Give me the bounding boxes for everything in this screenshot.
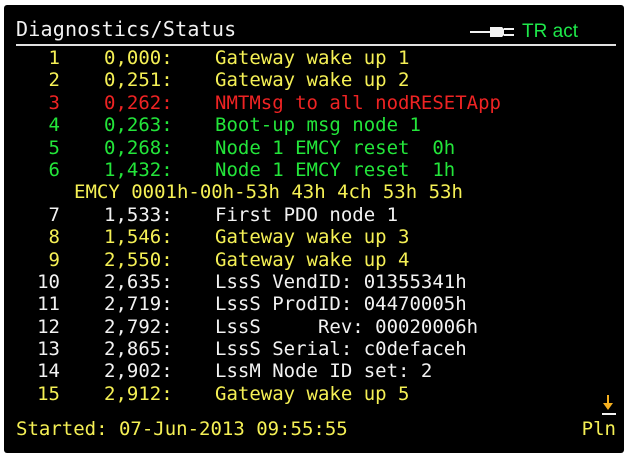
log-row-message: LssM Node ID set: 2 <box>215 360 433 383</box>
diagnostics-screen: Diagnostics/Status TR act 1 0,000: Gateway… <box>4 5 624 453</box>
log-row: 8 1,546: Gateway wake up 3 <box>12 226 616 248</box>
log-row-message: Node 1 EMCY reset 0h <box>215 136 456 159</box>
log-row-message: EMCY 0001h-00h-53h 43h 4ch 53h 53h <box>74 181 463 204</box>
log-row-number: 7 <box>48 203 60 226</box>
connector-plug-icon <box>470 27 515 37</box>
log-row-message: NMTMsg to all nodRESETApp <box>215 91 501 114</box>
log-row-time: 0,262: <box>104 91 173 114</box>
log-row-time: 2,912: <box>104 382 173 405</box>
log-row: 9 2,550: Gateway wake up 4 <box>12 249 616 271</box>
log-row-message: Gateway wake up 5 <box>215 382 410 405</box>
log-row-message: LssS Serial: c0defaceh <box>215 338 467 361</box>
log-row-message: Gateway wake up 1 <box>215 47 410 69</box>
log-row-number: 11 <box>37 293 60 316</box>
log-row: 11 2,719: LssS ProdID: 04470005h <box>12 293 616 315</box>
log-row-message: First PDO node 1 <box>215 203 399 226</box>
log-row-time: 1,546: <box>104 226 173 249</box>
log-row: 10 2,635: LssS VendID: 01355341h <box>12 271 616 293</box>
header-bar: Diagnostics/Status TR act <box>12 17 616 46</box>
log-row-time: 2,719: <box>104 293 173 316</box>
log-row: 1 0,000: Gateway wake up 1 <box>12 47 616 69</box>
log-row-number: 10 <box>37 270 60 293</box>
log-row-number: 2 <box>48 69 60 92</box>
status-footer: Started: 07-Jun-2013 09:55:55 Pln <box>12 395 616 443</box>
log-row-time: 0,263: <box>104 114 173 137</box>
log-row-number: 8 <box>48 226 60 249</box>
log-row-time: 2,635: <box>104 270 173 293</box>
log-row-message: LssS Rev: 00020006h <box>215 315 479 338</box>
scroll-down-arrow-icon[interactable] <box>602 395 614 411</box>
log-row-number: 6 <box>48 158 60 181</box>
log-row-number: 12 <box>37 315 60 338</box>
log-row-number: 3 <box>48 91 60 114</box>
log-row-time: 0,000: <box>104 47 173 69</box>
tr-status-label: TR act <box>522 21 578 42</box>
log-row-message: LssS ProdID: 04470005h <box>215 293 467 316</box>
log-row-message: Gateway wake up 2 <box>215 69 410 92</box>
log-row-number: 14 <box>37 360 60 383</box>
log-row-message: LssS VendID: 01355341h <box>215 270 467 293</box>
log-row-message: Boot-up msg node 1 <box>215 114 421 137</box>
log-row-number: 15 <box>37 382 60 405</box>
log-row: 12 2,792: LssS Rev: 00020006h <box>12 316 616 338</box>
log-row-time: 1,432: <box>104 158 173 181</box>
started-value: 07-Jun-2013 09:55:55 <box>118 418 348 440</box>
log-row-number: 13 <box>37 338 60 361</box>
log-row: 4 0,263: Boot-up msg node 1 <box>12 114 616 136</box>
log-row-time: 2,792: <box>104 315 173 338</box>
header-divider <box>16 44 616 46</box>
log-row-number: 1 <box>48 47 60 69</box>
log-row-time: 0,251: <box>104 69 173 92</box>
log-row-time: 2,550: <box>104 248 173 271</box>
started-timestamp: Started: 07-Jun-2013 09:55:55 <box>16 417 348 441</box>
log-row-message: Node 1 EMCY reset 1h <box>215 158 456 181</box>
log-row: 6 1,432: Node 1 EMCY reset 1h <box>12 159 616 181</box>
log-row: 13 2,865: LssS Serial: c0defaceh <box>12 338 616 360</box>
page-title: Diagnostics/Status <box>16 17 237 41</box>
transmission-status: TR act <box>428 22 578 42</box>
diagnostics-log[interactable]: 1 0,000: Gateway wake up 1 2 0,251: Gateway w… <box>12 47 616 405</box>
log-row-message: Gateway wake up 3 <box>215 226 410 249</box>
log-row-time: 1,533: <box>104 203 173 226</box>
log-row-number: 5 <box>48 136 60 159</box>
started-label: Started: <box>16 418 108 440</box>
log-row: 5 0,268: Node 1 EMCY reset 0h <box>12 137 616 159</box>
log-row-number: 9 <box>48 248 60 271</box>
log-row: 3 0,262: NMTMsg to all nodRESETApp <box>12 92 616 114</box>
log-row-time: 0,268: <box>104 136 173 159</box>
log-row-time: 2,865: <box>104 338 173 361</box>
pln-indicator: Pln <box>581 418 616 440</box>
pln-overline <box>602 413 616 415</box>
log-row: 15 2,912: Gateway wake up 5 <box>12 383 616 405</box>
log-row: 7 1,533: First PDO node 1 <box>12 204 616 226</box>
log-detail-row: EMCY 0001h-00h-53h 43h 4ch 53h 53h <box>12 181 616 203</box>
log-row-number: 4 <box>48 114 60 137</box>
log-row-message: Gateway wake up 4 <box>215 248 410 271</box>
log-row: 2 0,251: Gateway wake up 2 <box>12 69 616 91</box>
log-row: 14 2,902: LssM Node ID set: 2 <box>12 360 616 382</box>
log-row-time: 2,902: <box>104 360 173 383</box>
